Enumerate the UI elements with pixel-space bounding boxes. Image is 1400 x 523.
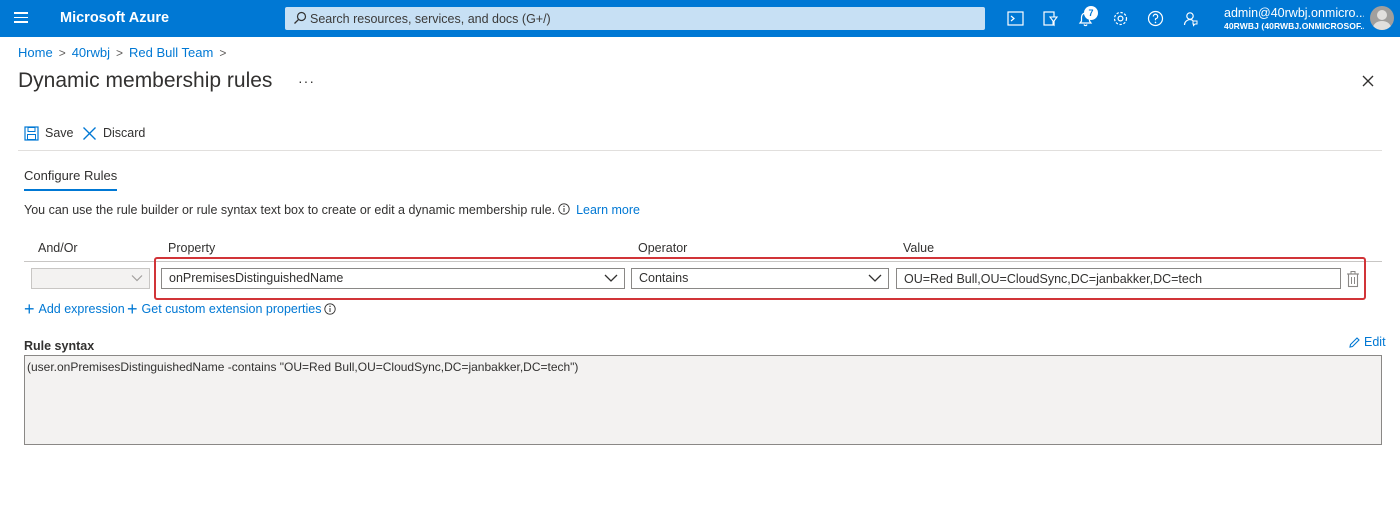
account-name: admin@40rwbj.onmicro... bbox=[1224, 6, 1364, 20]
discard-x-icon bbox=[83, 126, 96, 140]
breadcrumb-home[interactable]: Home bbox=[18, 45, 53, 60]
save-button[interactable]: Save bbox=[24, 124, 74, 142]
account-info[interactable]: admin@40rwbj.onmicro... 40RWBJ (40RWBJ.O… bbox=[1224, 6, 1364, 32]
column-header-operator: Operator bbox=[638, 241, 688, 255]
search-input[interactable] bbox=[310, 7, 970, 30]
value-input[interactable] bbox=[896, 268, 1341, 289]
custom-extension-label: Get custom extension properties bbox=[141, 302, 322, 316]
add-expression-button[interactable]: + Add expression bbox=[24, 299, 125, 319]
feedback-icon[interactable] bbox=[1181, 9, 1200, 28]
column-header-property: Property bbox=[168, 241, 216, 255]
operator-dropdown[interactable]: Contains bbox=[631, 268, 889, 289]
brand-title[interactable]: Microsoft Azure bbox=[60, 10, 169, 26]
save-icon bbox=[24, 125, 39, 141]
discard-label: Discard bbox=[103, 126, 146, 140]
command-bar-divider bbox=[18, 150, 1382, 151]
help-icon[interactable] bbox=[1146, 9, 1165, 28]
and-or-dropdown[interactable] bbox=[31, 268, 150, 289]
breadcrumb-group[interactable]: Red Bull Team bbox=[129, 45, 213, 60]
search-icon bbox=[294, 11, 307, 24]
description: You can use the rule builder or rule syn… bbox=[24, 203, 640, 217]
grid-header-divider bbox=[24, 261, 1382, 262]
discard-button[interactable]: Discard bbox=[82, 124, 145, 142]
directory-filter-icon[interactable] bbox=[1041, 9, 1060, 28]
avatar-body bbox=[1373, 21, 1391, 30]
breadcrumb-separator: > bbox=[58, 46, 66, 60]
learn-more-link[interactable]: Learn more bbox=[576, 203, 640, 217]
settings-gear-icon[interactable] bbox=[1111, 9, 1130, 28]
avatar-head bbox=[1377, 10, 1387, 20]
more-options-button[interactable]: ··· bbox=[298, 73, 315, 89]
rule-syntax-textbox[interactable]: (user.onPremisesDistinguishedName -conta… bbox=[24, 355, 1382, 445]
column-header-value: Value bbox=[903, 241, 935, 255]
chevron-down-icon bbox=[604, 274, 618, 282]
save-label: Save bbox=[45, 126, 74, 140]
rule-syntax-label: Rule syntax bbox=[24, 339, 95, 353]
hamburger-menu-icon[interactable] bbox=[12, 9, 30, 27]
notification-count-badge: 7 bbox=[1084, 6, 1098, 20]
add-expression-label: Add expression bbox=[38, 302, 125, 316]
cloud-shell-icon[interactable] bbox=[1006, 9, 1025, 28]
edit-label: Edit bbox=[1364, 335, 1386, 349]
breadcrumb-separator: > bbox=[219, 46, 227, 60]
page-title: Dynamic membership rules bbox=[18, 69, 273, 92]
avatar[interactable] bbox=[1370, 6, 1394, 30]
column-header-and-or: And/Or bbox=[38, 241, 78, 255]
plus-icon: + bbox=[24, 299, 35, 319]
breadcrumb-tenant[interactable]: 40rwbj bbox=[72, 45, 110, 60]
breadcrumb: Home >40rwbj > Red Bull Team > bbox=[18, 45, 232, 60]
edit-rule-syntax-button[interactable]: Edit bbox=[1348, 335, 1386, 349]
info-icon[interactable] bbox=[558, 203, 570, 215]
top-bar: Microsoft Azure 7 admin@40rwbj.onmicro..… bbox=[0, 0, 1400, 37]
operator-value: Contains bbox=[639, 271, 689, 285]
chevron-down-icon bbox=[131, 275, 143, 282]
tab-configure-rules[interactable]: Configure Rules bbox=[24, 168, 118, 191]
plus-icon: + bbox=[127, 299, 138, 319]
chevron-down-icon bbox=[868, 274, 882, 282]
pencil-icon bbox=[1349, 336, 1360, 348]
description-text: You can use the rule builder or rule syn… bbox=[24, 203, 556, 217]
info-icon[interactable] bbox=[324, 303, 337, 315]
delete-trash-icon[interactable] bbox=[1345, 270, 1361, 288]
close-icon[interactable] bbox=[1360, 73, 1376, 89]
property-dropdown[interactable]: onPremisesDistinguishedName bbox=[161, 268, 625, 289]
get-custom-extension-button[interactable]: + Get custom extension properties bbox=[127, 299, 337, 319]
breadcrumb-separator: > bbox=[116, 46, 124, 60]
property-value: onPremisesDistinguishedName bbox=[169, 271, 344, 285]
account-tenant: 40RWBJ (40RWBJ.ONMICROSOF... bbox=[1224, 21, 1364, 31]
global-search[interactable] bbox=[285, 7, 985, 30]
